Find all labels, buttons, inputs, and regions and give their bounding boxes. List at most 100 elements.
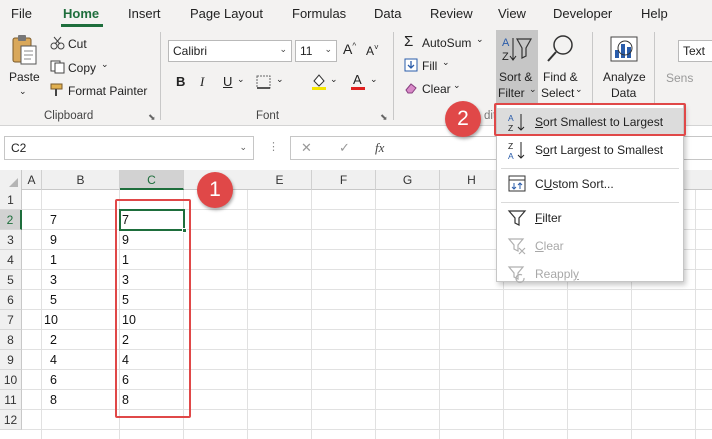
menu-item-filter[interactable]: Filter bbox=[497, 204, 683, 232]
borders-icon[interactable] bbox=[256, 75, 272, 89]
row-header-11[interactable]: 11 bbox=[0, 390, 22, 410]
cell-b7[interactable]: 10 bbox=[44, 310, 58, 330]
row-header-8[interactable]: 8 bbox=[0, 330, 22, 350]
cell-b10[interactable]: 6 bbox=[50, 370, 57, 390]
cut-button[interactable]: Cut bbox=[68, 37, 87, 51]
autosum-dropdown-icon[interactable]: ⌄ bbox=[476, 34, 484, 45]
clear-dropdown-icon[interactable]: ⌄ bbox=[453, 80, 461, 91]
column-header-a[interactable]: A bbox=[22, 170, 42, 190]
cell-b9[interactable]: 4 bbox=[50, 350, 57, 370]
sort-filter-label-2[interactable]: Filter bbox=[498, 86, 525, 100]
shrink-font-icon[interactable]: A˅ bbox=[366, 43, 379, 58]
cell-b8[interactable]: 2 bbox=[50, 330, 57, 350]
clear-button[interactable]: Clear bbox=[422, 82, 451, 96]
autosum-icon[interactable]: Σ bbox=[404, 33, 413, 50]
sort-filter-icon[interactable]: A Z bbox=[500, 34, 534, 64]
column-header-g[interactable]: G bbox=[376, 170, 440, 190]
paste-button[interactable]: Paste bbox=[9, 70, 40, 84]
cell-b5[interactable]: 3 bbox=[50, 270, 57, 290]
cell-b2[interactable]: 7 bbox=[50, 210, 57, 230]
row-header-9[interactable]: 9 bbox=[0, 350, 22, 370]
tab-developer[interactable]: Developer bbox=[553, 6, 612, 21]
sensitivity-button-partial[interactable]: Sens bbox=[666, 71, 693, 85]
underline-dropdown-icon[interactable]: ⌄ bbox=[237, 74, 245, 85]
column-header-e[interactable]: E bbox=[248, 170, 312, 190]
sort-filter-dropdown-icon[interactable]: ⌄ bbox=[529, 84, 537, 95]
copy-dropdown-icon[interactable]: ⌄ bbox=[101, 59, 109, 70]
insert-function-icon[interactable]: fx bbox=[375, 140, 384, 156]
tab-home[interactable]: Home bbox=[63, 6, 99, 21]
tab-view[interactable]: View bbox=[498, 6, 526, 21]
tab-help[interactable]: Help bbox=[641, 6, 668, 21]
format-painter-button[interactable]: Format Painter bbox=[68, 84, 147, 98]
tab-review[interactable]: Review bbox=[430, 6, 473, 21]
column-header-f[interactable]: F bbox=[312, 170, 376, 190]
find-select-label-2[interactable]: Select bbox=[541, 86, 574, 100]
text-format-box[interactable]: Text bbox=[678, 40, 712, 62]
tab-page-layout[interactable]: Page Layout bbox=[190, 6, 263, 21]
cell-b11[interactable]: 8 bbox=[50, 390, 57, 410]
row-header-7[interactable]: 7 bbox=[0, 310, 22, 330]
find-magnifier-icon[interactable] bbox=[545, 34, 577, 64]
select-all-button[interactable] bbox=[0, 170, 22, 190]
find-select-label-1[interactable]: Find & bbox=[543, 70, 578, 84]
menu-item-sort-descending[interactable]: Z A Sort Largest to Smallest bbox=[497, 136, 683, 164]
analyze-data-label-2[interactable]: Data bbox=[611, 86, 636, 100]
fill-dropdown-icon[interactable]: ⌄ bbox=[442, 57, 450, 68]
column-header-h[interactable]: H bbox=[440, 170, 504, 190]
font-color-icon[interactable]: A bbox=[350, 72, 366, 90]
autosum-button[interactable]: AutoSum bbox=[422, 36, 471, 50]
tab-data[interactable]: Data bbox=[374, 6, 401, 21]
font-size-value: 11 bbox=[300, 44, 313, 58]
column-header-b[interactable]: B bbox=[42, 170, 120, 190]
chevron-down-icon: ⌄ bbox=[324, 44, 332, 54]
paste-icon[interactable] bbox=[10, 34, 38, 66]
tab-file[interactable]: File bbox=[11, 6, 32, 21]
tab-insert[interactable]: Insert bbox=[128, 6, 161, 21]
fill-color-icon[interactable] bbox=[310, 72, 328, 90]
menu-item-custom-sort[interactable]: CUstom Sort... bbox=[497, 170, 683, 198]
cell-b3[interactable]: 9 bbox=[50, 230, 57, 250]
clipboard-launcher-icon[interactable]: ⬊ bbox=[148, 112, 156, 123]
font-group-label: Font bbox=[256, 110, 280, 122]
row-header-10[interactable]: 10 bbox=[0, 370, 22, 390]
format-painter-icon[interactable] bbox=[50, 83, 66, 97]
borders-dropdown-icon[interactable]: ⌄ bbox=[276, 74, 284, 85]
fill-button[interactable]: Fill bbox=[422, 59, 437, 73]
row-header-3[interactable]: 3 bbox=[0, 230, 22, 250]
fill-down-icon[interactable] bbox=[404, 58, 418, 72]
grow-font-icon[interactable]: A^ bbox=[343, 41, 356, 57]
copy-icon[interactable] bbox=[50, 60, 66, 74]
row-header-12[interactable]: 12 bbox=[0, 410, 22, 430]
font-name-select[interactable]: Calibri ⌄ bbox=[168, 40, 292, 62]
row-header-2[interactable]: 2 bbox=[0, 210, 22, 230]
italic-button[interactable]: I bbox=[200, 74, 204, 90]
analyze-data-label-1[interactable]: Analyze bbox=[603, 70, 646, 84]
enter-icon[interactable]: ✓ bbox=[339, 140, 350, 156]
sort-filter-label-1[interactable]: Sort & bbox=[499, 70, 532, 84]
formula-bar-grip-icon[interactable]: ⋮ bbox=[268, 140, 279, 153]
font-size-select[interactable]: 11 ⌄ bbox=[295, 40, 337, 62]
find-select-dropdown-icon[interactable]: ⌄ bbox=[575, 84, 583, 95]
fill-color-dropdown-icon[interactable]: ⌄ bbox=[330, 74, 338, 85]
analyze-data-icon[interactable] bbox=[608, 34, 640, 64]
font-color-dropdown-icon[interactable]: ⌄ bbox=[370, 74, 378, 85]
cut-icon[interactable] bbox=[50, 36, 66, 50]
menu-separator bbox=[501, 202, 679, 203]
copy-button[interactable]: Copy bbox=[68, 61, 96, 75]
row-header-1[interactable]: 1 bbox=[0, 190, 22, 210]
cancel-icon[interactable]: ✕ bbox=[301, 140, 312, 156]
underline-button[interactable]: U bbox=[223, 74, 232, 89]
row-header-6[interactable]: 6 bbox=[0, 290, 22, 310]
cell-b4[interactable]: 1 bbox=[50, 250, 57, 270]
paste-dropdown-icon[interactable]: ⌄ bbox=[19, 86, 27, 97]
tab-formulas[interactable]: Formulas bbox=[292, 6, 346, 21]
cell-b6[interactable]: 5 bbox=[50, 290, 57, 310]
row-header-4[interactable]: 4 bbox=[0, 250, 22, 270]
eraser-icon[interactable] bbox=[404, 81, 418, 95]
column-header-c[interactable]: C bbox=[120, 170, 184, 190]
font-launcher-icon[interactable]: ⬊ bbox=[380, 112, 388, 123]
bold-button[interactable]: B bbox=[176, 74, 185, 89]
name-box[interactable]: C2 ⌄ bbox=[4, 136, 254, 160]
row-header-5[interactable]: 5 bbox=[0, 270, 22, 290]
